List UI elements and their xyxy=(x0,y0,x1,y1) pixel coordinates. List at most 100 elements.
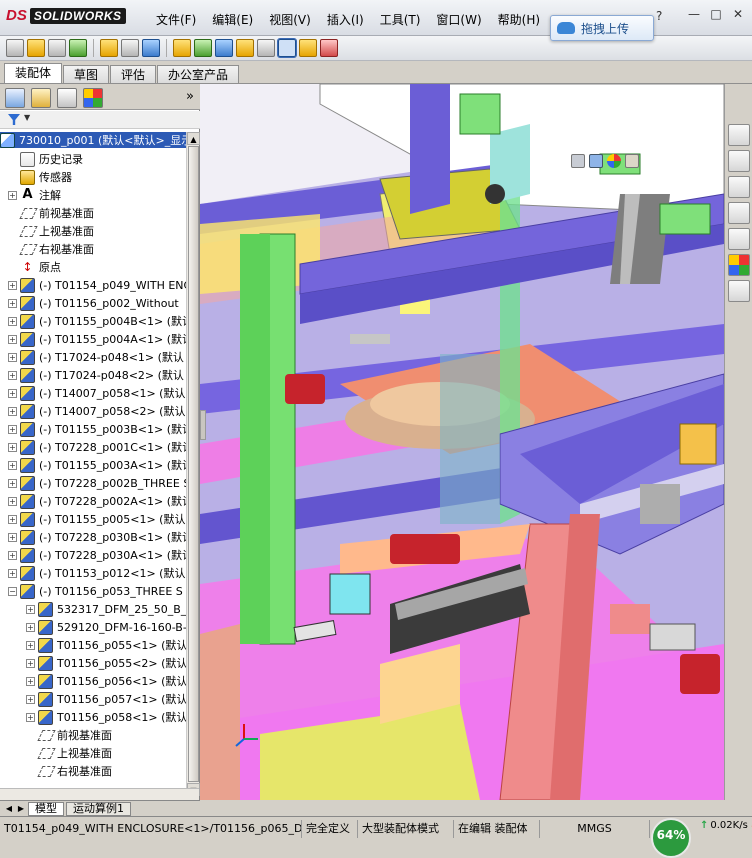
tree-item[interactable]: 右视基准面 xyxy=(0,762,186,780)
show-hidden-icon[interactable] xyxy=(121,39,139,57)
tree-item[interactable]: + (-) T07228_p030A<1> (默认 xyxy=(0,546,186,564)
menu-tools[interactable]: 工具(T) xyxy=(372,11,429,28)
assembly-features-icon[interactable] xyxy=(142,39,160,57)
filter-dropdown-icon[interactable]: ▼ xyxy=(24,113,30,122)
expand-toggle-icon[interactable]: + xyxy=(8,316,17,326)
display-manager-tab-icon[interactable] xyxy=(83,88,103,108)
expand-toggle-icon[interactable]: + xyxy=(8,190,17,200)
tree-item[interactable]: +532317_DFM_25_50_B_P xyxy=(0,600,186,618)
status-units[interactable]: MMGS xyxy=(540,819,650,838)
interference-detection-icon[interactable] xyxy=(277,38,297,58)
move-component-icon[interactable] xyxy=(100,39,118,57)
panel-collapse-handle[interactable] xyxy=(200,410,206,440)
custom-properties-icon[interactable] xyxy=(728,280,750,302)
tree-item[interactable]: + T01156_p056<1> (默认 xyxy=(0,672,186,690)
tree-item[interactable]: + (-) T17024-p048<2> (默认 xyxy=(0,366,186,384)
tree-item[interactable]: + (-) T07228_p030B<1> (默认 xyxy=(0,528,186,546)
tree-item[interactable]: + (-) T01155_p004A<1> (默认 xyxy=(0,330,186,348)
minimize-button[interactable]: — xyxy=(686,8,702,22)
zoom-fit-icon[interactable] xyxy=(571,154,585,168)
expand-toggle-icon[interactable]: + xyxy=(8,496,17,506)
tree-item[interactable]: 右视基准面 xyxy=(0,240,186,258)
tree-item[interactable]: + A 注解 xyxy=(0,186,186,204)
instant3d-icon[interactable] xyxy=(320,39,338,57)
appearance-icon[interactable] xyxy=(607,154,621,168)
expand-toggle-icon[interactable]: + xyxy=(8,478,17,488)
tree-item[interactable]: + T01156_p058<1> (默认 xyxy=(0,708,186,726)
menu-insert[interactable]: 插入(I) xyxy=(319,11,372,28)
tree-scrollbar[interactable]: ▲ ▼ xyxy=(186,132,200,796)
feature-manager-tab-icon[interactable] xyxy=(5,88,25,108)
tree-item[interactable]: 前视基准面 xyxy=(0,726,186,744)
tab-model[interactable]: 模型 xyxy=(28,801,64,816)
tree-item[interactable]: + (-) T07228_p001C<1> (默认 xyxy=(0,438,186,456)
close-button[interactable]: ✕ xyxy=(730,8,746,22)
expand-toggle-icon[interactable]: + xyxy=(26,712,35,722)
first-tab-icon[interactable]: ◀ xyxy=(4,804,14,813)
configuration-manager-tab-icon[interactable] xyxy=(57,88,77,108)
expand-toggle-icon[interactable]: + xyxy=(8,406,17,416)
next-tab-icon[interactable]: ▶ xyxy=(16,804,26,813)
tree-item[interactable]: + T01156_p055<1> (默认 xyxy=(0,636,186,654)
tree-item[interactable]: 前视基准面 xyxy=(0,204,186,222)
tab-evaluate[interactable]: 评估 xyxy=(110,65,157,84)
tree-item[interactable]: + (-) T01153_p012<1> (默认 xyxy=(0,564,186,582)
expand-toggle-icon[interactable]: + xyxy=(8,388,17,398)
property-manager-tab-icon[interactable] xyxy=(31,88,51,108)
tree-item[interactable]: + T01156_p057<1> (默认 xyxy=(0,690,186,708)
expand-toggle-icon[interactable]: + xyxy=(26,676,35,686)
menu-window[interactable]: 窗口(W) xyxy=(428,11,489,28)
solidworks-resources-icon[interactable] xyxy=(728,124,750,146)
tab-sketch[interactable]: 草图 xyxy=(63,65,110,84)
tree-item[interactable]: + (-) T01154_p049_WITH ENC xyxy=(0,276,186,294)
view-orientation-icon[interactable] xyxy=(589,154,603,168)
expand-toggle-icon[interactable]: + xyxy=(26,694,35,704)
upload-button[interactable]: 拖拽上传 xyxy=(550,15,654,41)
expand-toggle-icon[interactable]: + xyxy=(8,334,17,344)
expand-toggle-icon[interactable]: − xyxy=(8,586,17,596)
home-icon[interactable] xyxy=(728,150,750,172)
tree-item[interactable]: + (-) T01155_p003B<1> (默认 xyxy=(0,420,186,438)
reference-geometry-icon[interactable] xyxy=(173,39,191,57)
tree-item[interactable]: 历史记录 xyxy=(0,150,186,168)
mate-icon[interactable] xyxy=(27,39,45,57)
scene-icon[interactable] xyxy=(625,154,639,168)
explode-line-sketch-icon[interactable] xyxy=(257,39,275,57)
scroll-up-icon[interactable]: ▲ xyxy=(187,132,200,145)
tab-motion-study-1[interactable]: 运动算例1 xyxy=(66,801,131,816)
tab-office-products[interactable]: 办公室产品 xyxy=(157,65,240,84)
menu-view[interactable]: 视图(V) xyxy=(261,11,319,28)
insert-component-icon[interactable] xyxy=(6,39,24,57)
tree-hscrollbar[interactable] xyxy=(0,788,199,800)
appearances-icon[interactable] xyxy=(728,254,750,276)
expand-toggle-icon[interactable]: + xyxy=(8,442,17,452)
filter-icon[interactable] xyxy=(8,114,20,125)
new-motion-study-icon[interactable] xyxy=(194,39,212,57)
tree-item[interactable]: 传感器 xyxy=(0,168,186,186)
tree-root[interactable]: 730010_p001 (默认<默认>_显示 xyxy=(0,132,186,148)
expand-toggle-icon[interactable]: + xyxy=(8,298,17,308)
expand-toggle-icon[interactable]: + xyxy=(8,532,17,542)
linear-pattern-icon[interactable] xyxy=(48,39,66,57)
tree-item[interactable]: + (-) T14007_p058<1> (默认 xyxy=(0,384,186,402)
expand-toggle-icon[interactable]: + xyxy=(8,550,17,560)
view-palette-icon[interactable] xyxy=(728,228,750,250)
expand-toggle-icon[interactable]: + xyxy=(26,622,35,632)
maximize-button[interactable]: □ xyxy=(708,8,724,22)
expand-toggle-icon[interactable]: + xyxy=(26,658,35,668)
scroll-thumb[interactable] xyxy=(188,146,199,782)
more-tabs-icon[interactable]: » xyxy=(186,89,194,104)
tree-item[interactable]: + (-) T01155_p004B<1> (默认 xyxy=(0,312,186,330)
expand-toggle-icon[interactable]: + xyxy=(26,604,35,614)
expand-toggle-icon[interactable]: + xyxy=(26,640,35,650)
expand-toggle-icon[interactable]: + xyxy=(8,424,17,434)
design-library-icon[interactable] xyxy=(728,176,750,198)
smart-fasteners-icon[interactable] xyxy=(69,39,87,57)
tree-item[interactable]: ↕ 原点 xyxy=(0,258,186,276)
tree-item[interactable]: + (-) T07228_p002B_THREE S xyxy=(0,474,186,492)
help-icon[interactable]: ? xyxy=(656,9,662,23)
tree-item[interactable]: +529120_DFM-16-160-B- xyxy=(0,618,186,636)
tree-item[interactable]: + (-) T17024-p048<1> (默认 xyxy=(0,348,186,366)
tree-item[interactable]: 上视基准面 xyxy=(0,222,186,240)
expand-toggle-icon[interactable]: + xyxy=(8,370,17,380)
